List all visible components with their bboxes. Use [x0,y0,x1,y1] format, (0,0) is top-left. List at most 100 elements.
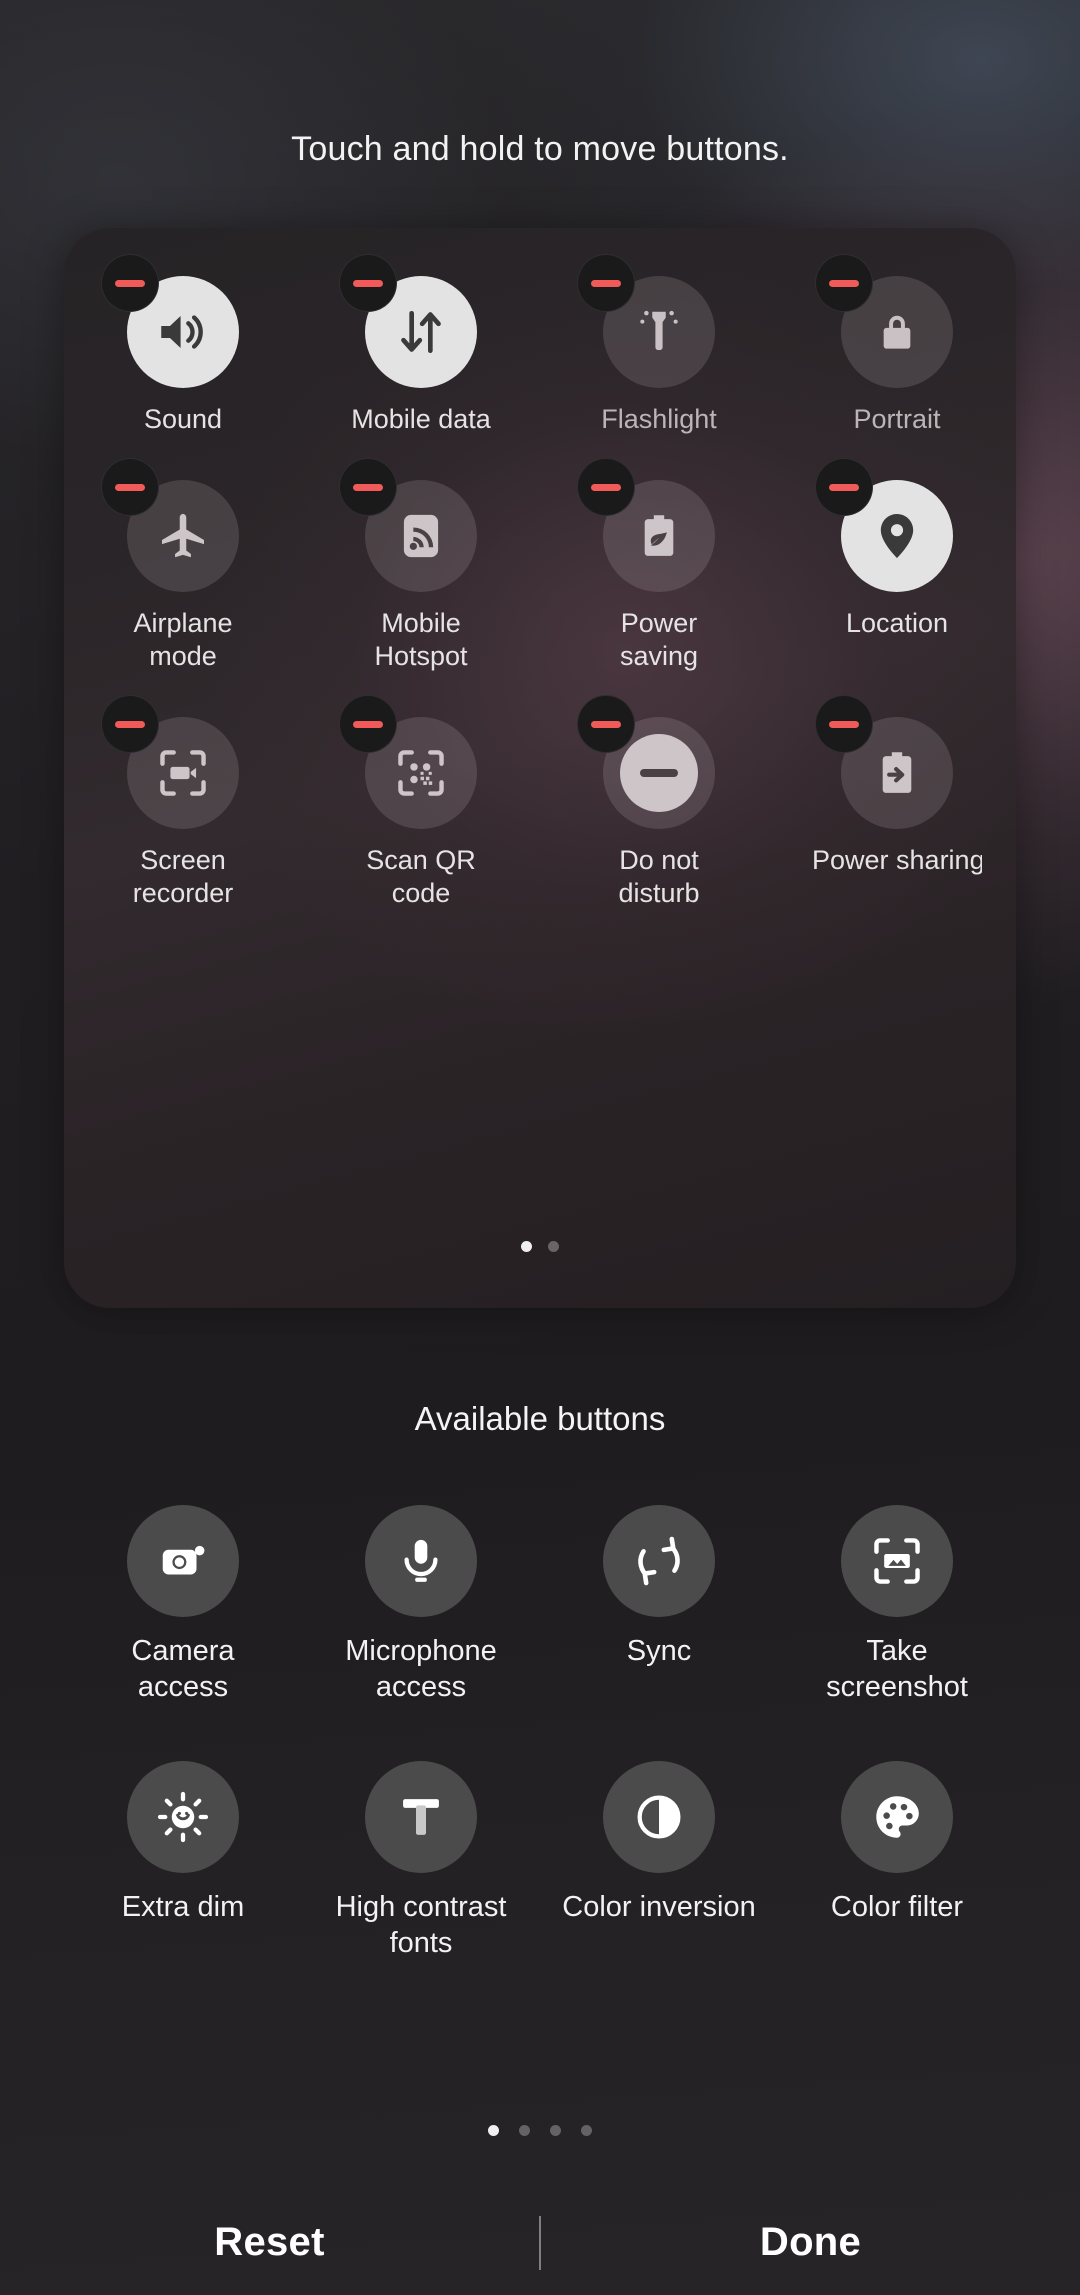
minus-icon [829,483,859,491]
tile-label: Portrait [853,404,941,434]
tile-graphic[interactable] [815,695,953,829]
minus-icon [115,483,145,491]
color-filter-icon [841,1761,953,1873]
available-tile-color-filter[interactable]: Color filter [778,1761,1016,1961]
microphone-icon [365,1505,477,1617]
quick-settings-edit-screen: Touch and hold to move buttons. Sound Mo… [0,0,1080,2295]
tile-graphic[interactable] [101,254,239,388]
tile-graphic[interactable] [339,695,477,829]
tile-graphic[interactable] [339,254,477,388]
minus-icon [353,720,383,728]
quick-tile-portrait[interactable]: Portrait [778,254,1016,436]
remove-badge[interactable] [815,458,873,516]
quick-tile-power-sharing[interactable]: Power sharing [778,695,1016,910]
tile-label: Camera access [131,1635,235,1703]
available-tile-extra-dim[interactable]: Extra dim [64,1761,302,1961]
tile-label: Power saving [619,608,699,671]
available-tile-high-contrast-fonts[interactable]: High contrast fonts [302,1761,540,1961]
page-dot-2[interactable] [519,2125,530,2136]
high-contrast-fonts-icon [365,1761,477,1873]
page-dot-1[interactable] [521,1241,532,1252]
remove-badge[interactable] [815,695,873,753]
quick-tile-scan-qr-code[interactable]: Scan QR code [302,695,540,910]
quick-tile-mobile-data[interactable]: Mobile data [302,254,540,436]
available-tile-sync[interactable]: Sync [540,1505,778,1705]
tile-label: Sound [143,404,223,434]
done-button[interactable]: Done [541,2220,1080,2265]
tile-label: Mobile Hotspot [374,608,468,671]
tile-label: Mobile data [351,404,491,434]
quick-tile-power-saving[interactable]: Power saving [540,458,778,673]
minus-icon [591,279,621,287]
active-panel-pagination[interactable] [64,1241,1016,1252]
tile-label: Location [845,608,949,638]
tile-graphic[interactable] [577,254,715,388]
remove-badge[interactable] [101,695,159,753]
minus-icon [115,279,145,287]
remove-badge[interactable] [339,695,397,753]
remove-badge[interactable] [339,458,397,516]
minus-icon [829,279,859,287]
extra-dim-icon [127,1761,239,1873]
active-tile-grid: Sound Mobile data Flashlight Portrait Ai… [64,254,1016,910]
bottom-action-bar: Reset Done [0,2190,1080,2295]
quick-tile-airplane-mode[interactable]: Airplane mode [64,458,302,673]
quick-tile-screen-recorder[interactable]: Screen recorder [64,695,302,910]
tile-label: Color filter [830,1891,964,1923]
active-buttons-panel: Sound Mobile data Flashlight Portrait Ai… [64,228,1016,1308]
available-tile-camera-access[interactable]: Camera access [64,1505,302,1705]
screenshot-icon [841,1505,953,1617]
tile-graphic[interactable] [101,458,239,592]
available-buttons-title: Available buttons [414,1400,666,1437]
tile-label: Color inversion [562,1891,756,1923]
tile-label: Flashlight [601,404,717,434]
tile-graphic[interactable] [815,254,953,388]
tile-label: Sync [626,1635,692,1667]
remove-badge[interactable] [577,695,635,753]
tile-label: Extra dim [121,1891,245,1923]
page-dot-3[interactable] [550,2125,561,2136]
tile-graphic[interactable] [577,695,715,829]
tile-graphic[interactable] [101,695,239,829]
page-dot-1[interactable] [488,2125,499,2136]
quick-tile-flashlight[interactable]: Flashlight [540,254,778,436]
quick-tile-location[interactable]: Location [778,458,1016,673]
sync-icon [603,1505,715,1617]
quick-tile-do-not-disturb[interactable]: Do not disturb [540,695,778,910]
color-inversion-icon [603,1761,715,1873]
available-tile-grid: Camera access Microphone access Sync Tak… [64,1505,1016,1961]
remove-badge[interactable] [577,458,635,516]
remove-badge[interactable] [339,254,397,312]
page-dot-2[interactable] [548,1241,559,1252]
tile-graphic[interactable] [339,458,477,592]
tile-graphic[interactable] [815,458,953,592]
available-tile-color-inversion[interactable]: Color inversion [540,1761,778,1961]
reset-button[interactable]: Reset [0,2220,539,2265]
remove-badge[interactable] [815,254,873,312]
remove-badge[interactable] [577,254,635,312]
available-tile-take-screenshot[interactable]: Take screenshot [778,1505,1016,1705]
page-title: Touch and hold to move buttons. [291,130,789,168]
tile-label: Power sharing [812,845,982,875]
available-section-pagination[interactable] [0,2125,1080,2136]
minus-icon [591,720,621,728]
tile-label: Do not disturb [618,845,700,908]
minus-icon [353,279,383,287]
tile-label: Take screenshot [826,1635,968,1703]
remove-badge[interactable] [101,458,159,516]
minus-icon [829,720,859,728]
tile-label: High contrast fonts [335,1891,507,1959]
minus-icon [115,720,145,728]
available-tile-microphone-access[interactable]: Microphone access [302,1505,540,1705]
tile-label: Microphone access [345,1635,497,1703]
tile-graphic[interactable] [577,458,715,592]
tile-label: Scan QR code [366,845,476,908]
tile-label: Screen recorder [132,845,234,908]
minus-icon [353,483,383,491]
page-dot-4[interactable] [581,2125,592,2136]
remove-badge[interactable] [101,254,159,312]
quick-tile-sound[interactable]: Sound [64,254,302,436]
tile-label: Airplane mode [133,608,233,671]
quick-tile-mobile-hotspot[interactable]: Mobile Hotspot [302,458,540,673]
camera-icon [127,1505,239,1617]
